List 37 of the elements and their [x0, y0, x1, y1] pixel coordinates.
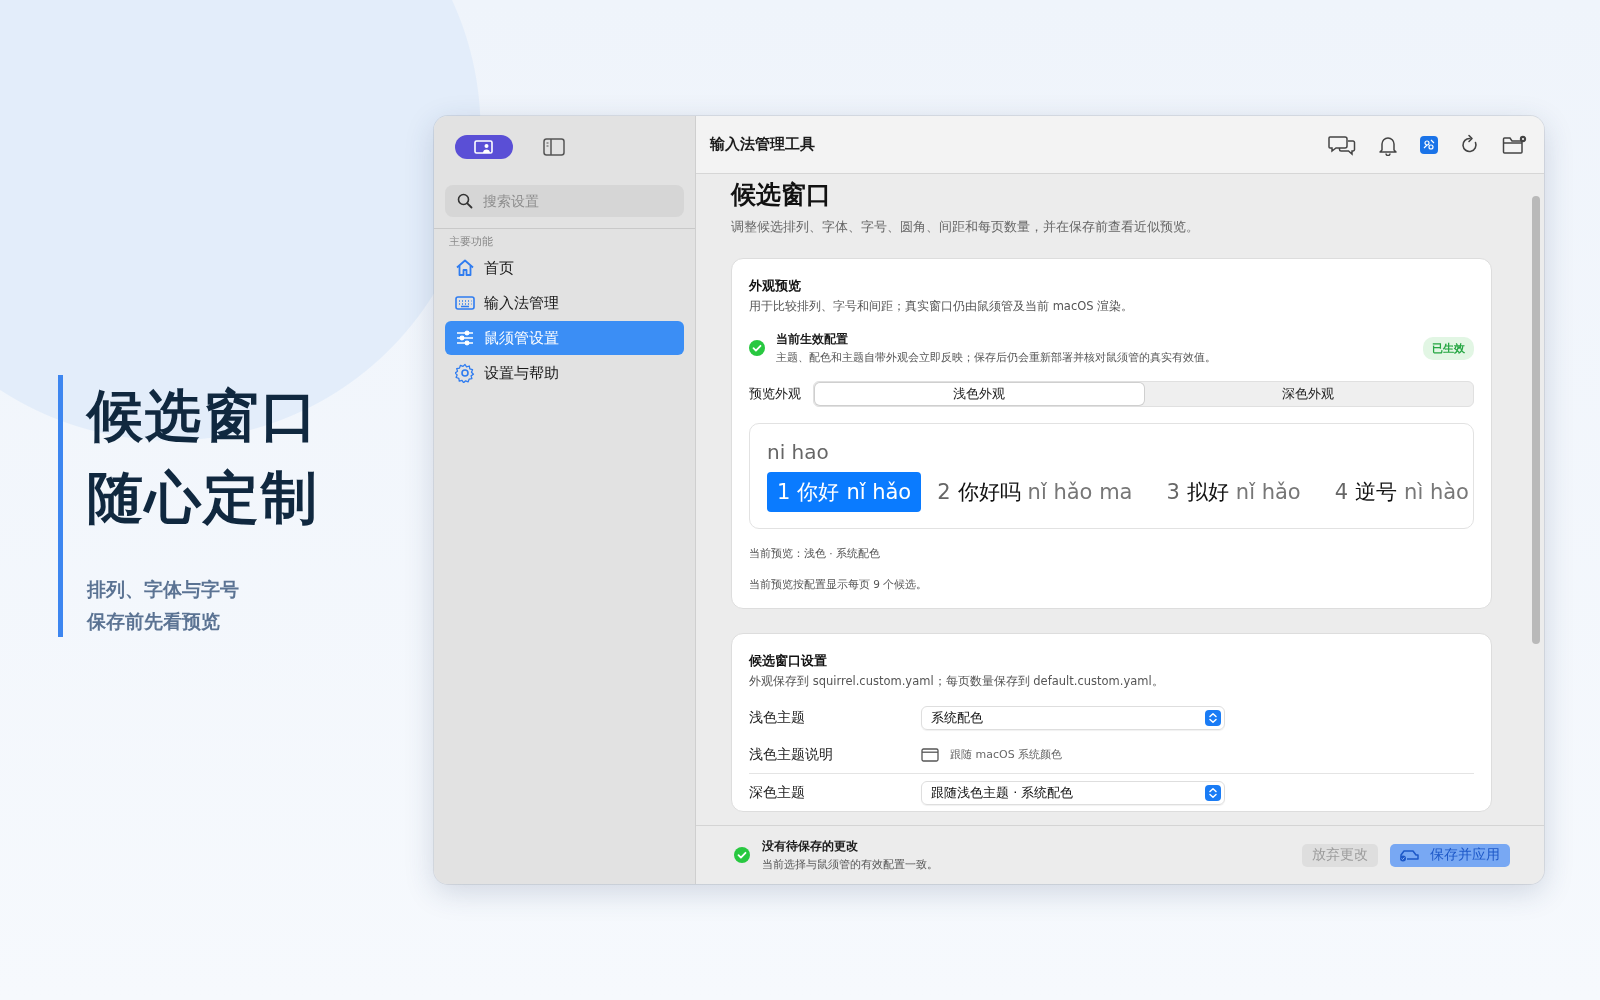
info-text: 跟随 macOS 系统颜色: [950, 747, 1063, 762]
hero-subtitle: 保存前先看预览: [87, 609, 221, 634]
preedit-text: ni hao: [767, 440, 830, 464]
hero-subtitle: 排列、字体与字号: [87, 577, 240, 602]
section-label: 主要功能: [448, 234, 494, 250]
candidate[interactable]: 1 你好 nǐ hǎo: [767, 472, 922, 512]
hero-title: 随心定制: [87, 464, 320, 532]
field-label: 预览外观: [749, 385, 801, 403]
page-title: 候选窗口: [731, 179, 832, 211]
status-title: 当前生效配置: [776, 331, 849, 348]
card-title: 外观预览: [749, 277, 802, 295]
status-description: 主题、配色和主题自带外观会立即反映；保存后仍会重新部署并核对鼠须管的真实有效值。: [776, 351, 1217, 365]
card-title: 候选窗口设置: [749, 652, 828, 670]
sidebar-item[interactable]: 首页: [445, 251, 684, 285]
status-description: 当前选择与鼠须管的有效配置一致。: [762, 858, 939, 872]
candidate[interactable]: 4 逆号 nì hào: [1330, 472, 1473, 512]
status-title: 没有待保存的更改: [762, 838, 859, 855]
preview-note: 当前预览：浅色 · 系统配色: [749, 547, 881, 561]
page-subtitle: 调整候选排列、字体、字号、圆角、间距和每页数量，并在保存前查看近似预览。: [731, 218, 1200, 236]
sidebar-item[interactable]: 设置与帮助: [445, 356, 684, 390]
candidate[interactable]: 3 拟好 nǐ hǎo: [1162, 472, 1305, 512]
search-field[interactable]: 搜索设置: [445, 185, 684, 217]
window-title: 输入法管理工具: [710, 135, 815, 154]
card-description: 用于比较排列、字号和间距；真实窗口仍由鼠须管及当前 macOS 渲染。: [749, 299, 1135, 314]
segment-tab[interactable]: 深色外观: [1143, 383, 1472, 405]
hero-title: 候选窗口: [87, 382, 320, 450]
candidate[interactable]: 2 你好吗 nǐ hǎo ma: [933, 472, 1137, 512]
field-label: 浅色主题说明: [749, 745, 834, 764]
segment-tab[interactable]: 浅色外观: [815, 383, 1144, 405]
status-badge: 已生效: [1423, 336, 1474, 360]
field-label: 浅色主题: [749, 708, 806, 727]
field-label: 深色主题: [749, 783, 806, 802]
card-description: 外观保存到 squirrel.custom.yaml；每页数量保存到 default.custom.yaml。: [749, 674, 1165, 689]
preview-note: 当前预览按配置显示每页 9 个候选。: [749, 578, 929, 592]
dropdown[interactable]: 跟随浅色主题 · 系统配色: [921, 780, 1225, 805]
dropdown[interactable]: 系统配色: [921, 705, 1225, 730]
sidebar-item[interactable]: 输入法管理: [445, 286, 684, 320]
